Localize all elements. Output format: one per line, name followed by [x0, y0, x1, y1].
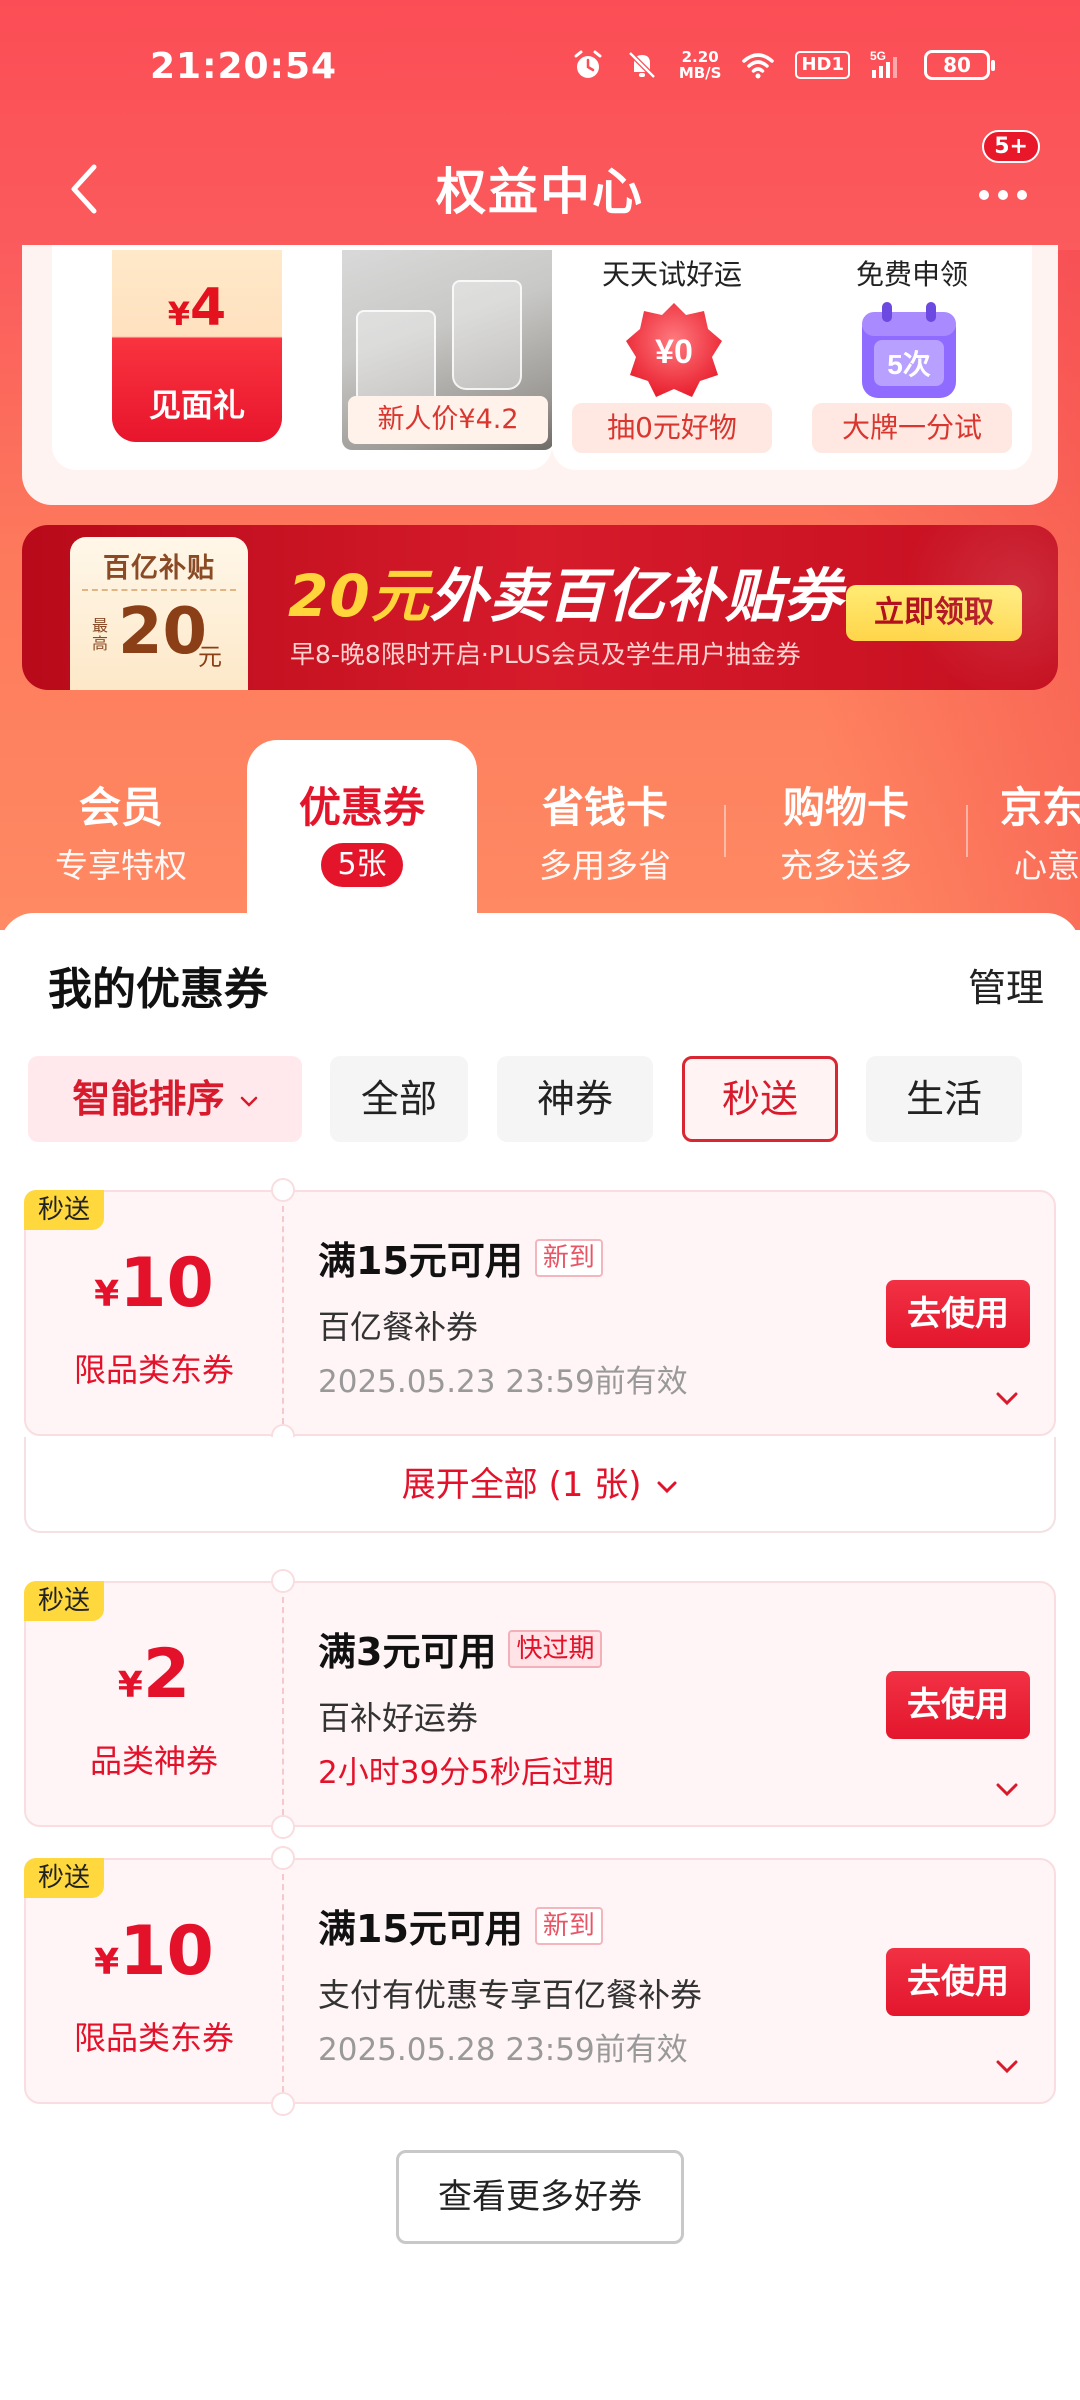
expand-all-button[interactable]: 展开全部 (1 张): [24, 1437, 1056, 1533]
coupon-condition: 满3元可用 快过期: [318, 1621, 603, 1676]
coupon-amount: ¥10: [94, 1244, 214, 1323]
coupon-name: 百补好运券: [318, 1699, 479, 1737]
subsidy-banner[interactable]: 百亿补贴 最高 20 元 20元外卖百亿补贴券 早8-晚8限时开启·PLUS会员…: [22, 525, 1058, 690]
coupon-divider: [282, 1206, 284, 1424]
manage-button[interactable]: 管理: [968, 957, 1044, 1012]
coupon-flag: 新到: [534, 1906, 603, 1945]
subsidy-coupon-tag: 百亿补贴 最高 20 元: [70, 537, 248, 690]
coupon-kind: 限品类东券: [73, 2019, 234, 2057]
tab-divider: [966, 805, 968, 857]
battery-indicator: 80: [924, 50, 995, 80]
view-more-coupons-button[interactable]: 查看更多好券: [396, 2150, 684, 2244]
coupon-divider: [282, 1597, 284, 1815]
network-speed: 2.20 MB/S: [678, 48, 722, 82]
tab-jd-clip: 京东 心意: [1000, 740, 1080, 915]
my-coupons-title: 我的优惠券: [48, 964, 268, 1015]
coupon-amount: ¥10: [94, 1912, 214, 1991]
coupon-kind: 限品类东券: [73, 1351, 234, 1389]
chevron-down-icon[interactable]: [992, 1775, 1022, 1805]
tab-shopping-card[interactable]: 购物卡 充多送多: [731, 740, 961, 915]
chevron-down-icon[interactable]: [992, 2052, 1022, 2082]
tab-divider: [724, 805, 726, 857]
hd-voice-icon: HD1: [795, 51, 850, 79]
coupon-amount: ¥2: [117, 1635, 191, 1714]
filter-instant-delivery[interactable]: 秒送: [682, 1056, 838, 1142]
wifi-icon: [742, 53, 775, 79]
gift-label: 见面礼: [148, 386, 245, 424]
tab-jd[interactable]: 京东 心意: [1000, 740, 1080, 915]
gift-amount: ¥4: [167, 278, 227, 338]
coupon-expiry: 2小时39分5秒后过期: [318, 1755, 614, 1791]
svg-text:5次: 5次: [887, 349, 931, 380]
coupon-condition: 满15元可用 新到: [318, 1230, 603, 1285]
use-coupon-button[interactable]: 去使用: [886, 1280, 1030, 1348]
nav-header: 权益中心: [0, 130, 1080, 255]
tab-coupons[interactable]: 优惠券 5张: [247, 740, 477, 915]
coupon-divider: [282, 1874, 284, 2092]
status-bar: 21:20:54 2.20 MB/S HD1 5G 80: [0, 0, 1080, 140]
coupon-expiry: 2025.05.28 23:59前有效: [318, 2032, 688, 2068]
coupon-count-badge: 5张: [321, 843, 403, 887]
signal-icon: 5G: [870, 49, 897, 78]
status-icons: 2.20 MB/S HD1 5G 80: [571, 48, 995, 82]
coupon-name: 百亿餐补券: [318, 1308, 479, 1346]
zero-yuan-badge-icon: ¥0: [626, 303, 722, 397]
filter-life[interactable]: 生活: [866, 1056, 1022, 1142]
chevron-down-icon: [240, 1096, 257, 1107]
tab-member[interactable]: 会员 专享特权: [6, 740, 236, 915]
banner-subtitle: 早8-晚8限时开启·PLUS会员及学生用户抽金券: [290, 640, 801, 669]
coupon-flag: 新到: [534, 1238, 603, 1277]
coupon-card[interactable]: 秒送 ¥2 品类神券 满3元可用 快过期 百补好运券 2小时39分5秒后过期 去…: [24, 1569, 1056, 1839]
chevron-down-icon: [657, 1481, 677, 1493]
new-user-benefits: ¥4 见面礼 新人价¥4.2: [52, 245, 554, 470]
trial-benefits: 天天试好运 ¥0 抽0元好物 免费申领 5次 大牌一分试: [552, 245, 1032, 470]
daily-luck[interactable]: 天天试好运 ¥0 抽0元好物: [562, 253, 782, 453]
draw-zero-button[interactable]: 抽0元好物: [572, 403, 772, 453]
notification-badge: 5+: [982, 130, 1040, 163]
filter-super-coupon[interactable]: 神券: [497, 1056, 653, 1142]
coupon-condition: 满15元可用 新到: [318, 1898, 603, 1953]
benefit-card: ¥4 见面礼 新人价¥4.2 天天试好运 ¥0 抽0元好物 免费申领 5次 大牌…: [22, 245, 1058, 505]
page-title: 权益中心: [436, 163, 644, 221]
coupon-kind: 品类神券: [89, 1742, 218, 1780]
filter-smart-sort[interactable]: 智能排序: [28, 1056, 302, 1142]
one-cent-trial-button[interactable]: 大牌一分试: [812, 403, 1012, 453]
coupon-card[interactable]: 秒送 ¥10 限品类东券 满15元可用 新到 百亿餐补券 2025.05.23 …: [24, 1178, 1056, 1448]
svg-text:5G: 5G: [870, 49, 886, 63]
claim-now-button[interactable]: 立即领取: [846, 585, 1022, 641]
coupon-flag: 快过期: [508, 1629, 603, 1668]
svg-text:¥0: ¥0: [655, 333, 693, 371]
more-dots-icon: [979, 190, 989, 200]
mute-icon: [628, 51, 656, 79]
calendar-badge-icon: 5次: [862, 302, 956, 398]
new-user-price: 新人价¥4.2: [348, 396, 548, 444]
coupon-expiry: 2025.05.23 23:59前有效: [318, 1364, 688, 1400]
use-coupon-button[interactable]: 去使用: [886, 1671, 1030, 1739]
welcome-gift[interactable]: ¥4 见面礼: [112, 250, 282, 442]
chevron-down-icon[interactable]: [992, 1384, 1022, 1414]
filter-all[interactable]: 全部: [330, 1056, 468, 1142]
free-trial[interactable]: 免费申领 5次 大牌一分试: [802, 253, 1022, 453]
use-coupon-button[interactable]: 去使用: [886, 1948, 1030, 2016]
product-photo[interactable]: 新人价¥4.2: [342, 250, 554, 450]
alarm-icon: [574, 50, 602, 78]
coupon-card[interactable]: 秒送 ¥10 限品类东券 满15元可用 新到 支付有优惠专享百亿餐补券 2025…: [24, 1846, 1056, 2116]
status-time: 21:20:54: [150, 46, 338, 87]
banner-title: 20元外卖百亿补贴券: [288, 562, 843, 630]
coupon-name: 支付有优惠专享百亿餐补券: [318, 1976, 703, 2014]
more-menu-button[interactable]: [968, 170, 1038, 220]
tab-savings-card[interactable]: 省钱卡 多用多省: [490, 740, 720, 915]
